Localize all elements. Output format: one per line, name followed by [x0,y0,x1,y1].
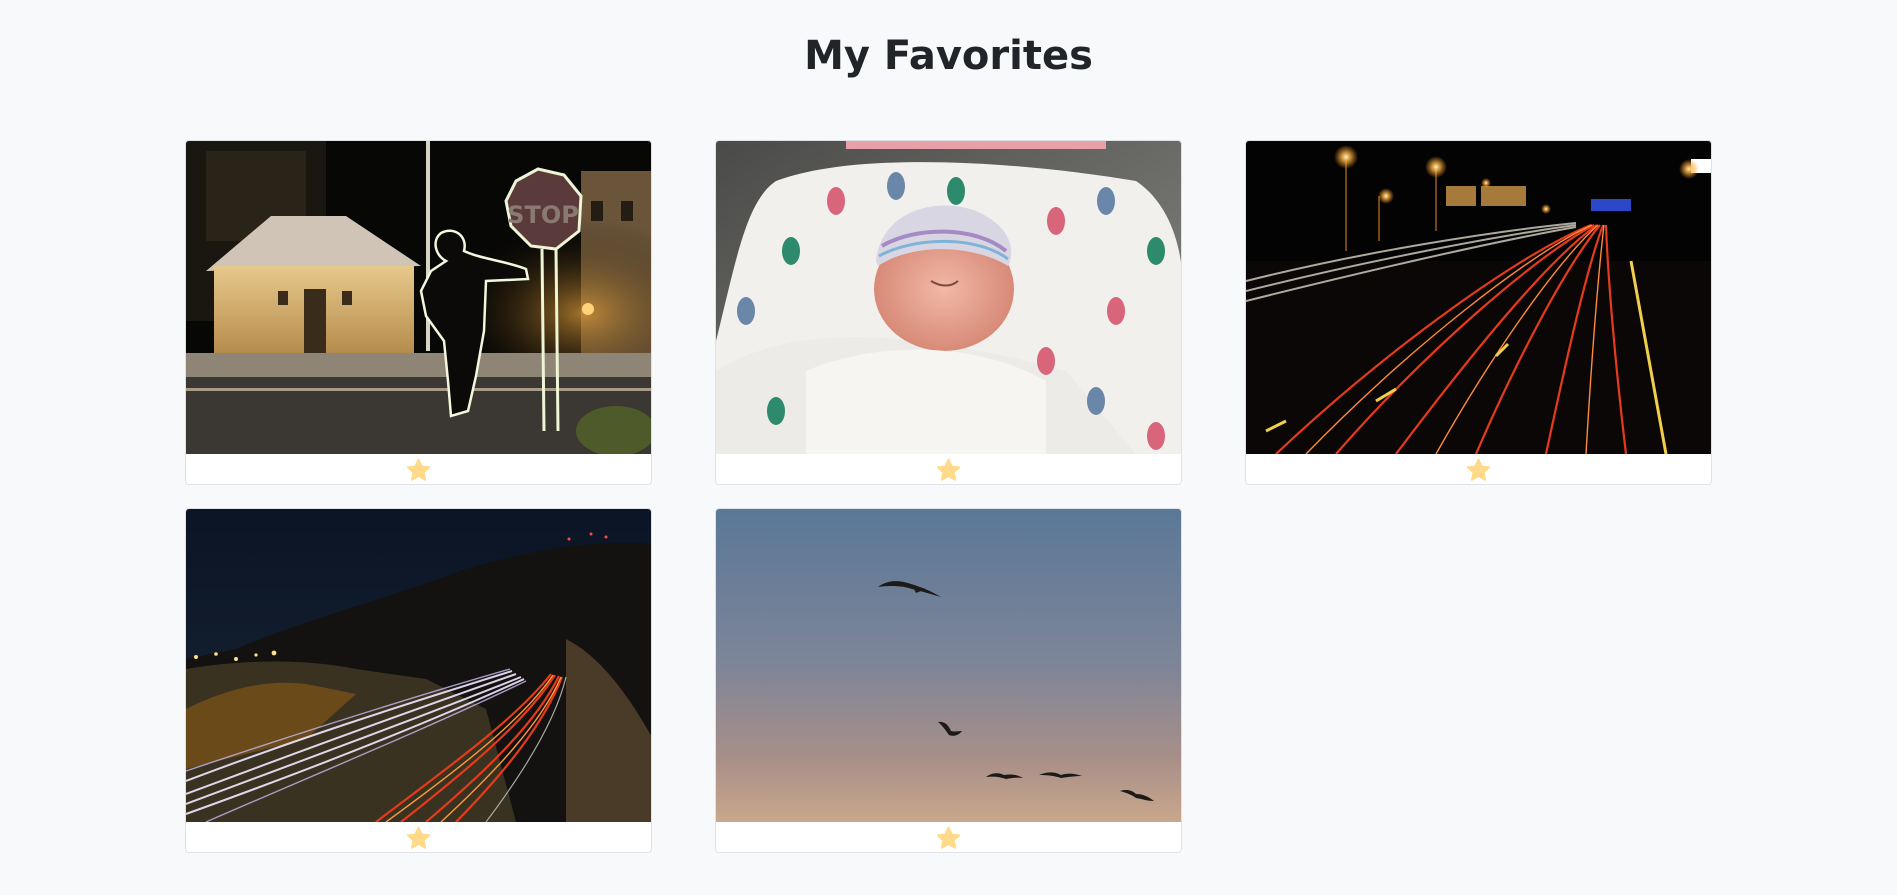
photo-birds-dusk-sky[interactable] [716,509,1182,822]
card-footer [186,822,651,852]
star-icon [406,458,431,481]
star-icon [406,826,431,849]
favorite-card-birds [715,508,1182,853]
favorite-star-button[interactable] [1464,455,1494,484]
favorite-star-button[interactable] [404,455,434,484]
card-footer [186,454,651,484]
favorite-star-button[interactable] [404,823,434,852]
favorite-card-stop-sign: STOP [185,140,652,485]
star-icon [1466,458,1491,481]
card-footer [716,454,1181,484]
favorite-star-button[interactable] [934,823,964,852]
page-title: My Favorites [804,33,1093,79]
photo-highway-light-trails[interactable] [1246,141,1712,454]
card-footer [1246,454,1711,484]
favorite-card-highway [1245,140,1712,485]
photo-stop-sign-light-painting[interactable]: STOP [186,141,652,454]
favorite-card-baby [715,140,1182,485]
star-icon [936,826,961,849]
card-footer [716,822,1181,852]
photo-newborn-baby[interactable] [716,141,1182,454]
favorite-card-mountain-highway [185,508,652,853]
photo-mountain-highway-light-trails[interactable] [186,509,652,822]
stop-sign-text: STOP [507,201,579,229]
favorite-star-button[interactable] [934,455,964,484]
star-icon [936,458,961,481]
